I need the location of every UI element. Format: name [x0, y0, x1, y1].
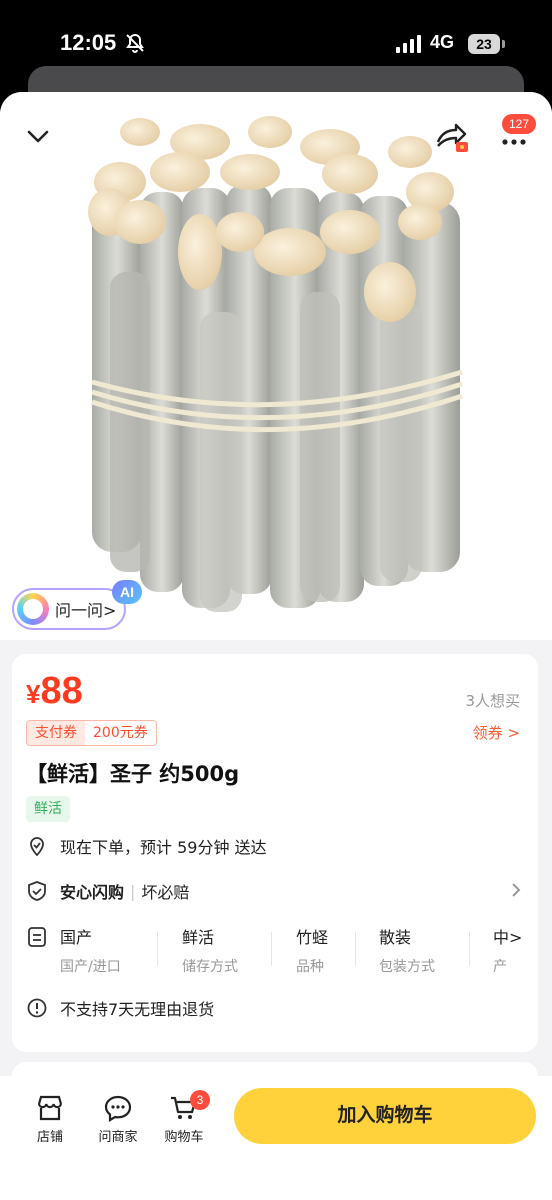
attribute-value: 国产 [60, 928, 93, 947]
attribute-value: 散装 [379, 928, 412, 947]
attribute-packaging: 散装 包装方式 [379, 924, 435, 974]
attributes-row[interactable]: 国产 国产/进口 鲜活 储存方式 竹蛏 品种 散装 包装方式 中> 产 [26, 924, 538, 974]
attribute-value: 中> [493, 928, 523, 947]
ask-merchant-label: 问商家 [98, 1130, 138, 1145]
product-image-area[interactable]: 127 问一问> AI [0, 92, 552, 640]
shield-check-icon [28, 881, 46, 901]
store-button[interactable]: 店铺 [22, 1094, 78, 1145]
info-icon [27, 998, 47, 1018]
network-label: 4G [430, 32, 455, 52]
add-to-cart-button[interactable]: 加入购物车 [234, 1088, 536, 1144]
chevron-right-icon [512, 883, 521, 897]
price-currency: ¥ [26, 679, 41, 709]
attribute-origin: 国产 国产/进口 [60, 924, 121, 974]
want-count: 3人想买 [465, 692, 520, 710]
assurance-row[interactable]: 安心闪购 | 坏必赔 [26, 879, 526, 903]
coupon-label: 支付券 [27, 721, 85, 745]
attribute-divider [157, 932, 158, 966]
ai-avatar-icon [17, 593, 49, 625]
attribute-variety: 竹蛏 品种 [296, 924, 328, 974]
product-image [88, 116, 463, 612]
attribute-divider [355, 932, 356, 966]
delivery-row: 现在下单，预计 59分钟 送达 [26, 834, 267, 858]
ai-tag: AI [112, 580, 142, 604]
product-info-card: ¥88 3人想买 支付券 200元券 领券 > 【鲜活】圣子 约500g 鲜活 … [12, 654, 538, 1052]
coupon-value: 200元券 [93, 725, 148, 741]
message-badge: 127 [502, 114, 536, 134]
attribute-key: 国产/进口 [60, 959, 121, 974]
product-title: 【鲜活】圣子 约500g [26, 762, 240, 786]
delivery-icon [30, 837, 44, 857]
bottom-action-bar: 店铺 问商家 购物车 3 加入购物车 [0, 1076, 552, 1200]
separator: | [130, 881, 136, 901]
ask-merchant-button[interactable]: 问商家 [90, 1094, 146, 1145]
attribute-value: 鲜活 [182, 928, 215, 947]
cart-count-badge: 3 [190, 1090, 210, 1110]
product-sheet: 127 问一问> AI ¥88 3人想买 支付券 200元券 领券 > 【鲜活】… [0, 92, 552, 1200]
share-button[interactable] [430, 116, 474, 160]
claim-coupon-link[interactable]: 领券 > [473, 722, 520, 743]
coupon-badge[interactable]: 支付券 200元券 [26, 720, 157, 746]
chevron-down-icon [27, 130, 49, 143]
bell-muted-icon [126, 33, 144, 53]
attribute-divider [469, 932, 470, 966]
price: ¥88 [26, 670, 83, 713]
attribute-key: 储存方式 [182, 959, 238, 974]
store-label: 店铺 [36, 1130, 63, 1145]
battery-indicator: 23 [468, 34, 500, 54]
assurance-desc: 坏必赔 [141, 883, 190, 902]
status-time: 12:05 [60, 30, 117, 55]
share-icon [436, 123, 468, 152]
attribute-key: 包装方式 [379, 959, 435, 974]
cart-label: 购物车 [164, 1130, 204, 1145]
ai-ask-label: 问一问> [55, 601, 117, 620]
battery-tip [502, 40, 505, 48]
attribute-key: 品种 [296, 959, 324, 974]
attribute-storage: 鲜活 储存方式 [182, 924, 238, 974]
attribute-value: 竹蛏 [296, 928, 329, 947]
delivery-text: 现在下单，预计 59分钟 送达 [60, 838, 267, 857]
attribute-divider [271, 932, 272, 966]
fresh-tag: 鲜活 [26, 796, 70, 822]
return-policy-row: 不支持7天无理由退货 [26, 996, 214, 1020]
return-policy-text: 不支持7天无理由退货 [60, 1000, 215, 1019]
attribute-key: 产 [493, 959, 507, 974]
back-button[interactable] [16, 114, 60, 158]
signal-icon [396, 35, 421, 53]
store-icon [37, 1095, 63, 1121]
attribute-origin-place: 中> 产 [493, 924, 522, 974]
assurance-title: 安心闪购 [60, 883, 125, 902]
price-value: 88 [40, 670, 83, 712]
ai-ask-button[interactable]: 问一问> [12, 588, 126, 630]
list-icon [28, 927, 46, 947]
chat-icon [104, 1095, 132, 1122]
